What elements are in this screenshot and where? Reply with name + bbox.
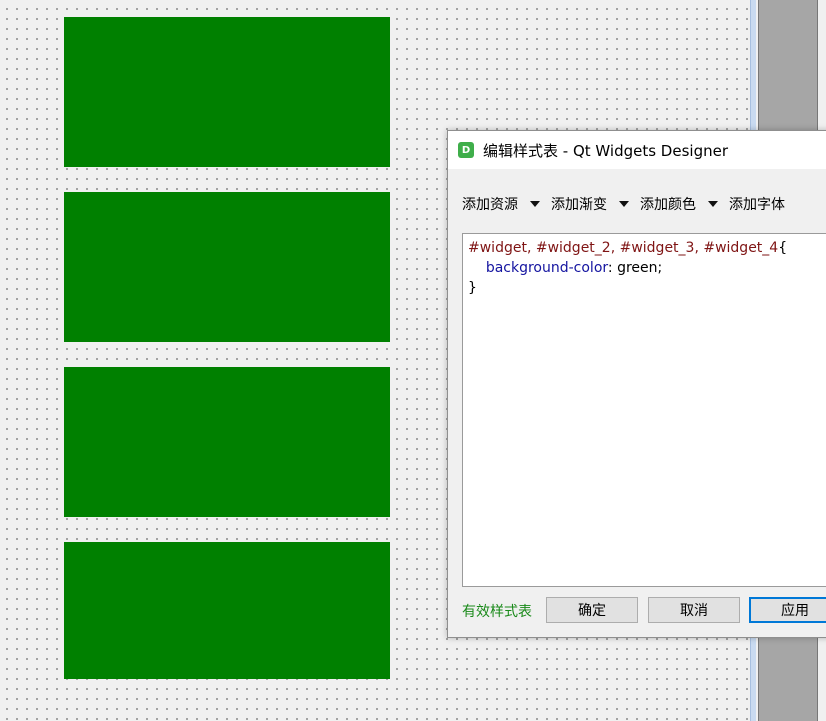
ok-button[interactable]: 确定	[546, 597, 638, 623]
add-font-button[interactable]: 添加字体	[729, 194, 785, 214]
dropdown-arrow-icon[interactable]	[708, 201, 718, 207]
add-resource-button[interactable]: 添加资源	[462, 194, 540, 214]
add-color-label: 添加颜色	[640, 197, 696, 213]
colon: :	[607, 260, 618, 276]
css-property: background-color	[485, 260, 608, 276]
open-brace: {	[778, 240, 788, 256]
qt-designer-icon: D	[458, 142, 474, 158]
close-brace: }	[468, 280, 477, 296]
apply-button[interactable]: 应用	[749, 597, 826, 623]
widget-3[interactable]	[64, 367, 390, 517]
css-selector: #widget, #widget_2, #widget_3, #widget_4	[468, 240, 779, 256]
stylesheet-status: 有效样式表	[462, 604, 532, 620]
add-font-label: 添加字体	[729, 197, 785, 213]
edit-stylesheet-dialog: D 编辑样式表 - Qt Widgets Designer 添加资源 添加渐变 …	[447, 130, 826, 638]
widget-4[interactable]	[64, 542, 390, 679]
widget-1[interactable]	[64, 17, 390, 167]
dropdown-arrow-icon[interactable]	[530, 201, 540, 207]
dialog-title-bar[interactable]: D 编辑样式表 - Qt Widgets Designer	[448, 131, 826, 169]
stylesheet-toolbar: 添加资源 添加渐变 添加颜色 添加字体	[462, 191, 796, 217]
dialog-title: 编辑样式表 - Qt Widgets Designer	[483, 141, 728, 160]
stylesheet-editor[interactable]: #widget, #widget_2, #widget_3, #widget_4…	[462, 233, 826, 587]
css-value: green;	[617, 260, 663, 276]
dropdown-arrow-icon[interactable]	[619, 201, 629, 207]
add-gradient-label: 添加渐变	[551, 197, 607, 213]
dialog-footer: 有效样式表 确定 取消 应用	[462, 597, 826, 623]
cancel-button[interactable]: 取消	[648, 597, 740, 623]
add-gradient-button[interactable]: 添加渐变	[551, 194, 629, 214]
add-resource-label: 添加资源	[462, 197, 518, 213]
add-color-button[interactable]: 添加颜色	[640, 194, 718, 214]
code-line-3: }	[468, 278, 826, 298]
widget-2[interactable]	[64, 192, 390, 342]
code-line-2: background-color: green;	[468, 258, 826, 278]
code-line-1: #widget, #widget_2, #widget_3, #widget_4…	[468, 238, 826, 258]
